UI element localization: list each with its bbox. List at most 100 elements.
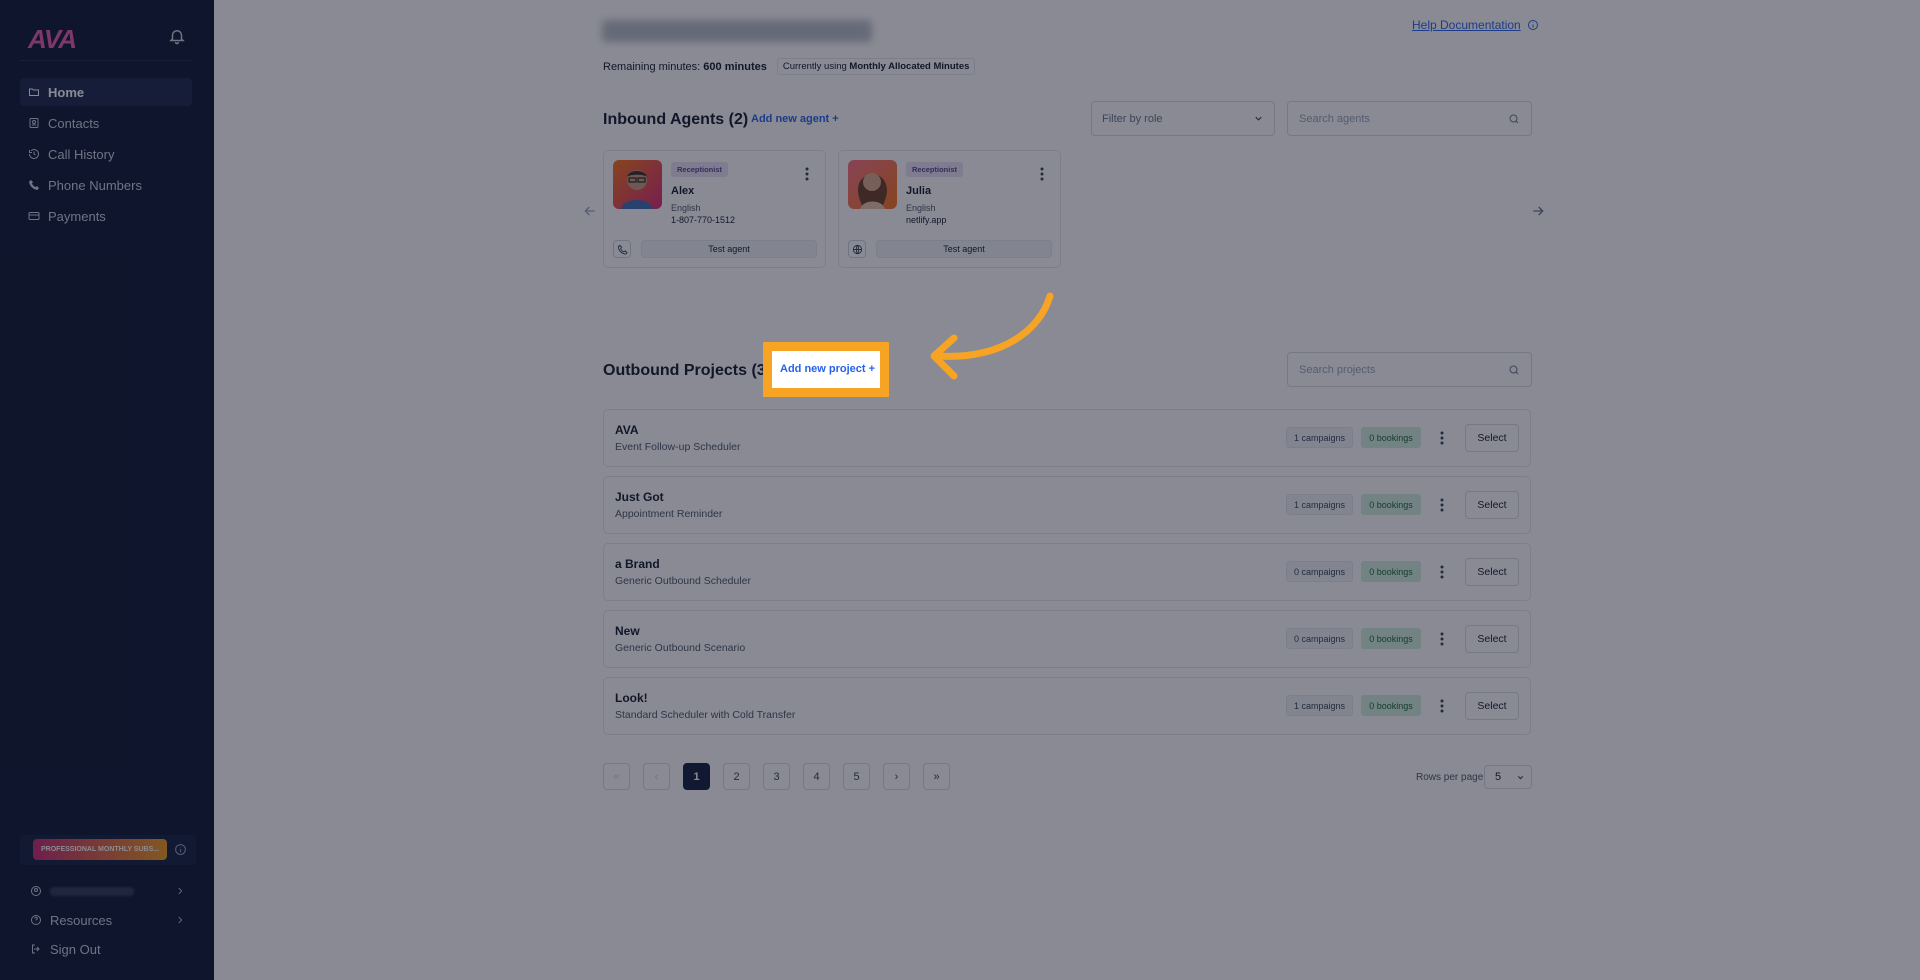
campaigns-badge: 1 campaigns bbox=[1286, 494, 1353, 515]
more-vertical-icon[interactable] bbox=[1440, 632, 1444, 646]
select-project-button[interactable]: Select bbox=[1465, 692, 1519, 720]
bookings-badge: 0 bookings bbox=[1361, 561, 1421, 582]
project-name: Look! bbox=[615, 691, 648, 705]
campaigns-badge: 1 campaigns bbox=[1286, 695, 1353, 716]
select-project-button[interactable]: Select bbox=[1465, 625, 1519, 653]
agent-language: English bbox=[906, 203, 936, 213]
info-icon[interactable] bbox=[174, 843, 187, 856]
sign-out-label: Sign Out bbox=[50, 941, 101, 957]
more-vertical-icon[interactable] bbox=[1440, 565, 1444, 579]
more-vertical-icon[interactable] bbox=[1040, 167, 1044, 181]
agent-name: Julia bbox=[906, 185, 932, 197]
sidebar-item-home[interactable]: Home bbox=[20, 78, 192, 106]
arrow-right-icon[interactable] bbox=[1530, 203, 1546, 219]
sidebar-item-contacts[interactable]: Contacts bbox=[20, 109, 192, 137]
page-button-5[interactable]: 5 bbox=[843, 763, 870, 790]
sidebar-item-label: Call History bbox=[48, 146, 115, 162]
last-page-button[interactable]: » bbox=[923, 763, 950, 790]
rows-per-page-select[interactable]: 5 bbox=[1484, 765, 1532, 789]
user-name-blurred bbox=[50, 886, 134, 896]
ava-logo[interactable]: AVA bbox=[28, 24, 77, 55]
search-projects-placeholder: Search projects bbox=[1299, 363, 1376, 376]
info-icon bbox=[1527, 20, 1538, 30]
main-content: Help Documentation Remaining minutes: 60… bbox=[214, 0, 1920, 980]
sidebar-bottom: Resources Sign Out bbox=[20, 878, 196, 965]
search-agents-input[interactable]: Search agents bbox=[1287, 101, 1532, 136]
user-menu[interactable] bbox=[20, 878, 196, 904]
bookings-badge: 0 bookings bbox=[1361, 628, 1421, 649]
chevron-right-icon bbox=[178, 916, 183, 924]
select-project-button[interactable]: Select bbox=[1465, 491, 1519, 519]
project-name: Just Got bbox=[615, 490, 664, 504]
sidebar-item-payments[interactable]: Payments bbox=[20, 202, 192, 230]
select-project-button[interactable]: Select bbox=[1465, 424, 1519, 452]
sidebar-nav: Home Contacts Call History Phone Numbers… bbox=[20, 78, 192, 233]
page-button-3[interactable]: 3 bbox=[763, 763, 790, 790]
arrow-left-icon[interactable] bbox=[582, 203, 598, 219]
first-page-button[interactable]: « bbox=[603, 763, 630, 790]
project-description: Event Follow-up Scheduler bbox=[615, 441, 741, 453]
agent-card[interactable]: Receptionist Julia English netlify.app T… bbox=[838, 150, 1061, 268]
project-row[interactable]: AVA Event Follow-up Scheduler 1 campaign… bbox=[603, 409, 1531, 467]
test-agent-button[interactable]: Test agent bbox=[876, 240, 1052, 258]
select-project-button[interactable]: Select bbox=[1465, 558, 1519, 586]
more-vertical-icon[interactable] bbox=[1440, 498, 1444, 512]
campaigns-badge: 1 campaigns bbox=[1286, 427, 1353, 448]
agent-phone-number: 1-807-770-1512 bbox=[671, 215, 736, 225]
page-button-1[interactable]: 1 bbox=[683, 763, 710, 790]
call-channel-button[interactable] bbox=[613, 240, 631, 258]
add-new-project-link[interactable]: Add new project + bbox=[780, 363, 875, 375]
agent-language: English bbox=[671, 203, 701, 213]
rows-per-page-value: 5 bbox=[1495, 771, 1502, 783]
campaigns-badge: 0 campaigns bbox=[1286, 628, 1353, 649]
rows-per-page-label: Rows per page bbox=[1416, 772, 1484, 783]
phone-icon bbox=[617, 244, 628, 255]
campaigns-badge: 0 campaigns bbox=[1286, 561, 1353, 582]
callout-arrow-icon bbox=[930, 292, 1054, 380]
project-row[interactable]: Just Got Appointment Reminder 1 campaign… bbox=[603, 476, 1531, 534]
project-row[interactable]: New Generic Outbound Scenario 0 campaign… bbox=[603, 610, 1531, 668]
resources-label: Resources bbox=[50, 912, 113, 928]
chevron-down-icon bbox=[1517, 775, 1524, 779]
credit-card-icon bbox=[28, 212, 40, 220]
sidebar-item-label: Payments bbox=[48, 208, 106, 224]
remaining-minutes: Remaining minutes: 600 minutes bbox=[603, 60, 767, 73]
project-name: New bbox=[615, 624, 640, 638]
more-vertical-icon[interactable] bbox=[805, 167, 809, 181]
page-button-2[interactable]: 2 bbox=[723, 763, 750, 790]
sidebar-item-label: Contacts bbox=[48, 115, 100, 131]
minutes-source-badge: Currently using Monthly Allocated Minute… bbox=[776, 58, 976, 75]
folder-icon bbox=[29, 88, 39, 96]
filter-by-role-select[interactable]: Filter by role bbox=[1091, 101, 1275, 136]
agent-avatar bbox=[848, 160, 897, 209]
bell-icon[interactable] bbox=[168, 27, 186, 45]
sidebar-item-phone-numbers[interactable]: Phone Numbers bbox=[20, 171, 192, 199]
project-description: Standard Scheduler with Cold Transfer bbox=[615, 709, 796, 721]
plan-badge[interactable]: PROFESSIONAL MONTHLY SUBS... bbox=[33, 839, 167, 860]
search-agents-placeholder: Search agents bbox=[1299, 112, 1370, 125]
more-vertical-icon[interactable] bbox=[1440, 431, 1444, 445]
user-circle-icon bbox=[31, 886, 41, 896]
prev-page-button[interactable]: ‹ bbox=[643, 763, 670, 790]
web-channel-button[interactable] bbox=[848, 240, 866, 258]
more-vertical-icon[interactable] bbox=[1440, 699, 1444, 713]
role-badge: Receptionist bbox=[671, 162, 729, 177]
page-button-4[interactable]: 4 bbox=[803, 763, 830, 790]
sidebar-item-call-history[interactable]: Call History bbox=[20, 140, 192, 168]
add-new-agent-link[interactable]: Add new agent + bbox=[751, 113, 839, 125]
search-projects-input[interactable]: Search projects bbox=[1287, 352, 1532, 387]
agent-card[interactable]: Receptionist Alex English 1-807-770-1512… bbox=[603, 150, 826, 268]
sign-out-button[interactable]: Sign Out bbox=[20, 936, 196, 962]
next-page-button[interactable]: › bbox=[883, 763, 910, 790]
resources-menu[interactable]: Resources bbox=[20, 907, 196, 933]
welcome-heading-blurred bbox=[602, 20, 872, 42]
role-badge: Receptionist bbox=[906, 162, 964, 177]
project-row[interactable]: a Brand Generic Outbound Scheduler 0 cam… bbox=[603, 543, 1531, 601]
project-name: AVA bbox=[615, 423, 639, 437]
project-row[interactable]: Look! Standard Scheduler with Cold Trans… bbox=[603, 677, 1531, 735]
test-agent-button[interactable]: Test agent bbox=[641, 240, 817, 258]
filter-by-role-value: Filter by role bbox=[1102, 112, 1163, 125]
help-documentation-link[interactable]: Help Documentation bbox=[1412, 18, 1539, 32]
phone-icon bbox=[29, 180, 39, 190]
agent-avatar bbox=[613, 160, 662, 209]
